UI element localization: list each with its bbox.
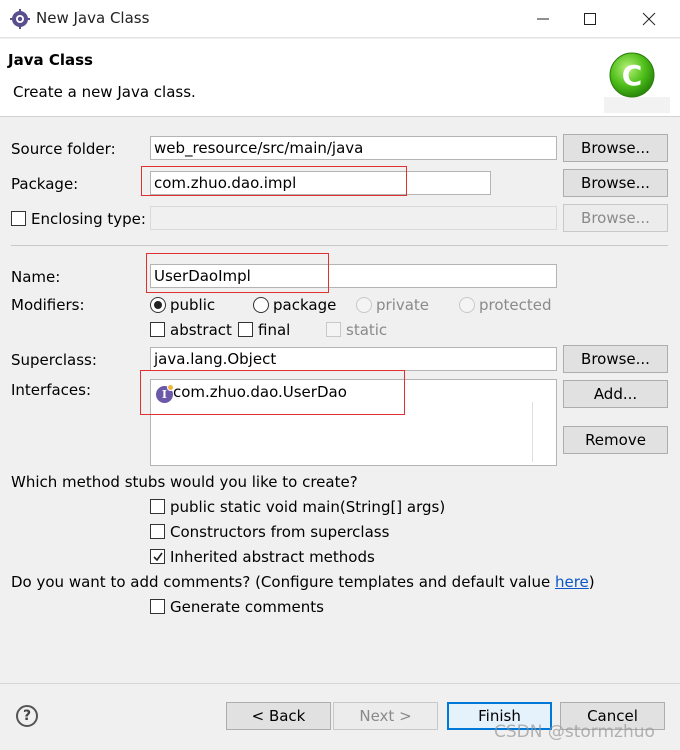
remove-interface-button[interactable]: Remove (563, 426, 668, 454)
modifier-public-radio[interactable] (150, 297, 166, 313)
stub-inherited-checkbox[interactable] (150, 549, 165, 564)
java-class-wizard-logo: C (604, 52, 670, 113)
watermark: CSDN @stormzhuo (494, 722, 655, 742)
stub-main-label: public static void main(String[] args) (170, 498, 446, 516)
superclass-field[interactable]: java.lang.Object (150, 347, 557, 371)
method-stubs-question: Which method stubs would you like to cre… (11, 473, 358, 491)
stub-main-checkbox[interactable] (150, 499, 165, 514)
source-folder-browse-button[interactable]: Browse... (563, 134, 668, 162)
help-icon[interactable]: ? (16, 705, 38, 727)
package-label: Package: (11, 175, 79, 193)
minimize-icon (537, 18, 549, 20)
modifier-abstract-checkbox[interactable] (150, 322, 165, 337)
source-folder-label: Source folder: (11, 140, 116, 158)
enclosing-type-label: Enclosing type: (31, 210, 146, 228)
maximize-icon (584, 13, 596, 25)
modifier-protected-label: protected (479, 296, 552, 314)
modifier-public-label: public (170, 296, 216, 314)
generate-comments-label: Generate comments (170, 598, 324, 616)
stub-constructors-label: Constructors from superclass (170, 523, 390, 541)
window-title: New Java Class (36, 9, 150, 27)
modifier-private-label: private (376, 296, 430, 314)
wizard-description: Create a new Java class. (13, 83, 196, 101)
footer-separator (0, 683, 680, 684)
stub-constructors-checkbox[interactable] (150, 524, 165, 539)
modifier-private-radio (356, 297, 372, 313)
name-label: Name: (11, 268, 61, 286)
separator (11, 245, 668, 246)
back-button[interactable]: < Back (226, 702, 331, 730)
comments-question: Do you want to add comments? (Configure … (11, 573, 595, 591)
superclass-browse-button[interactable]: Browse... (563, 345, 668, 373)
superclass-label: Superclass: (11, 351, 97, 369)
modifier-package-label: package (273, 296, 337, 314)
next-button: Next > (333, 702, 438, 730)
modifier-package-radio[interactable] (253, 297, 269, 313)
checkmark-icon (153, 552, 163, 562)
comments-question-end: ) (588, 573, 595, 591)
enclosing-type-browse-button: Browse... (563, 204, 668, 232)
comments-question-text: Do you want to add comments? (Configure … (11, 573, 555, 591)
modifier-final-checkbox[interactable] (238, 322, 253, 337)
modifiers-label: Modifiers: (11, 296, 85, 314)
source-folder-field[interactable]: web_resource/src/main/java (150, 136, 557, 160)
configure-templates-link[interactable]: here (555, 573, 589, 591)
close-icon (642, 12, 656, 26)
enclosing-type-checkbox[interactable] (11, 211, 26, 226)
close-button[interactable] (626, 0, 672, 38)
package-browse-button[interactable]: Browse... (563, 169, 668, 197)
modifier-static-label: static (346, 321, 388, 339)
annotation-box-interfaces (140, 370, 405, 415)
modifier-protected-radio (459, 297, 475, 313)
wizard-title: Java Class (8, 51, 93, 69)
modifier-final-label: final (258, 321, 291, 339)
annotation-box-package (141, 166, 407, 196)
annotation-box-name (146, 253, 329, 293)
eclipse-gear-icon (10, 9, 30, 29)
svg-text:C: C (622, 59, 643, 92)
generate-comments-checkbox[interactable] (150, 599, 165, 614)
modifier-abstract-label: abstract (170, 321, 232, 339)
maximize-button[interactable] (567, 0, 613, 38)
window-titlebar: New Java Class (0, 0, 680, 38)
wizard-header: Java Class Create a new Java class. C (0, 39, 680, 117)
add-interface-button[interactable]: Add... (563, 380, 668, 408)
interfaces-label: Interfaces: (11, 381, 92, 399)
minimize-button[interactable] (520, 0, 566, 38)
stub-inherited-label: Inherited abstract methods (170, 548, 375, 566)
list-divider (532, 402, 533, 462)
enclosing-type-field (150, 206, 557, 230)
modifier-static-checkbox (326, 322, 341, 337)
